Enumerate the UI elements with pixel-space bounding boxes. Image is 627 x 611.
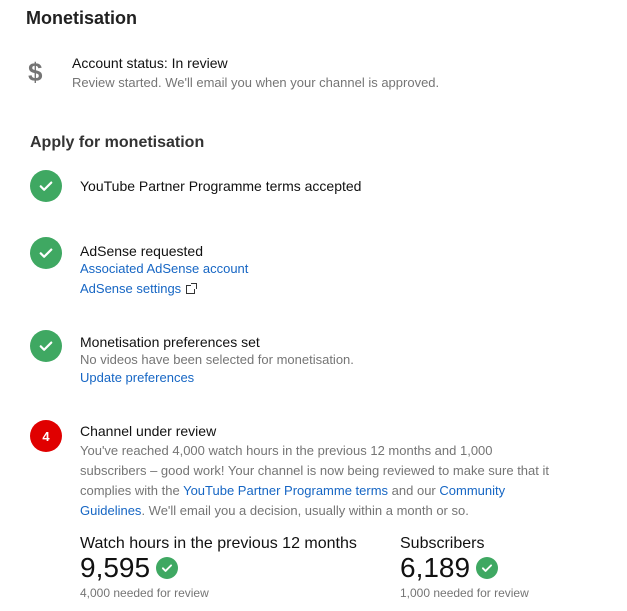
subscribers-label: Subscribers: [400, 535, 485, 552]
subscribers-value: 6,189: [400, 552, 471, 583]
update-preferences-link[interactable]: Update preferences: [80, 370, 194, 385]
adsense-settings-link[interactable]: AdSense settings: [80, 281, 198, 296]
step-adsense-title: AdSense requested: [80, 243, 203, 259]
step-preferences-title: Monetisation preferences set: [80, 334, 260, 350]
page-title: Monetisation: [26, 8, 137, 28]
step-preferences-description: No videos have been selected for monetis…: [80, 352, 354, 367]
check-circle-icon: [476, 557, 499, 579]
step-number-badge: 4: [30, 420, 62, 452]
step-review-title: Channel under review: [80, 423, 217, 439]
watch-hours-label: Watch hours in the previous 12 months: [80, 535, 357, 552]
partner-terms-link[interactable]: YouTube Partner Programme terms: [183, 483, 388, 498]
watch-hours-note: 4,000 needed for review: [80, 586, 209, 600]
check-circle-icon: [30, 170, 62, 202]
account-status-title: Account status: In review: [72, 55, 228, 71]
account-status-description: Review started. We'll email you when you…: [72, 75, 440, 90]
watch-hours-value-row: 9,595: [80, 552, 179, 584]
watch-hours-value: 9,595: [80, 552, 151, 583]
review-text-part: and our: [388, 483, 440, 498]
external-link-icon: [186, 283, 198, 294]
check-circle-icon: [30, 237, 62, 269]
associated-adsense-link[interactable]: Associated AdSense account: [80, 261, 248, 276]
subscribers-value-row: 6,189: [400, 552, 499, 584]
check-circle-icon: [30, 330, 62, 362]
step-review-description: You've reached 4,000 watch hours in the …: [80, 441, 560, 521]
apply-heading: Apply for monetisation: [30, 134, 205, 151]
dollar-icon: $: [28, 57, 43, 87]
check-circle-icon: [156, 557, 179, 579]
subscribers-note: 1,000 needed for review: [400, 586, 529, 600]
step-number: 4: [42, 428, 50, 444]
review-text-part: . We'll email you a decision, usually wi…: [141, 503, 469, 518]
adsense-settings-label: AdSense settings: [80, 281, 182, 296]
step-terms-title: YouTube Partner Programme terms accepted: [80, 178, 362, 194]
